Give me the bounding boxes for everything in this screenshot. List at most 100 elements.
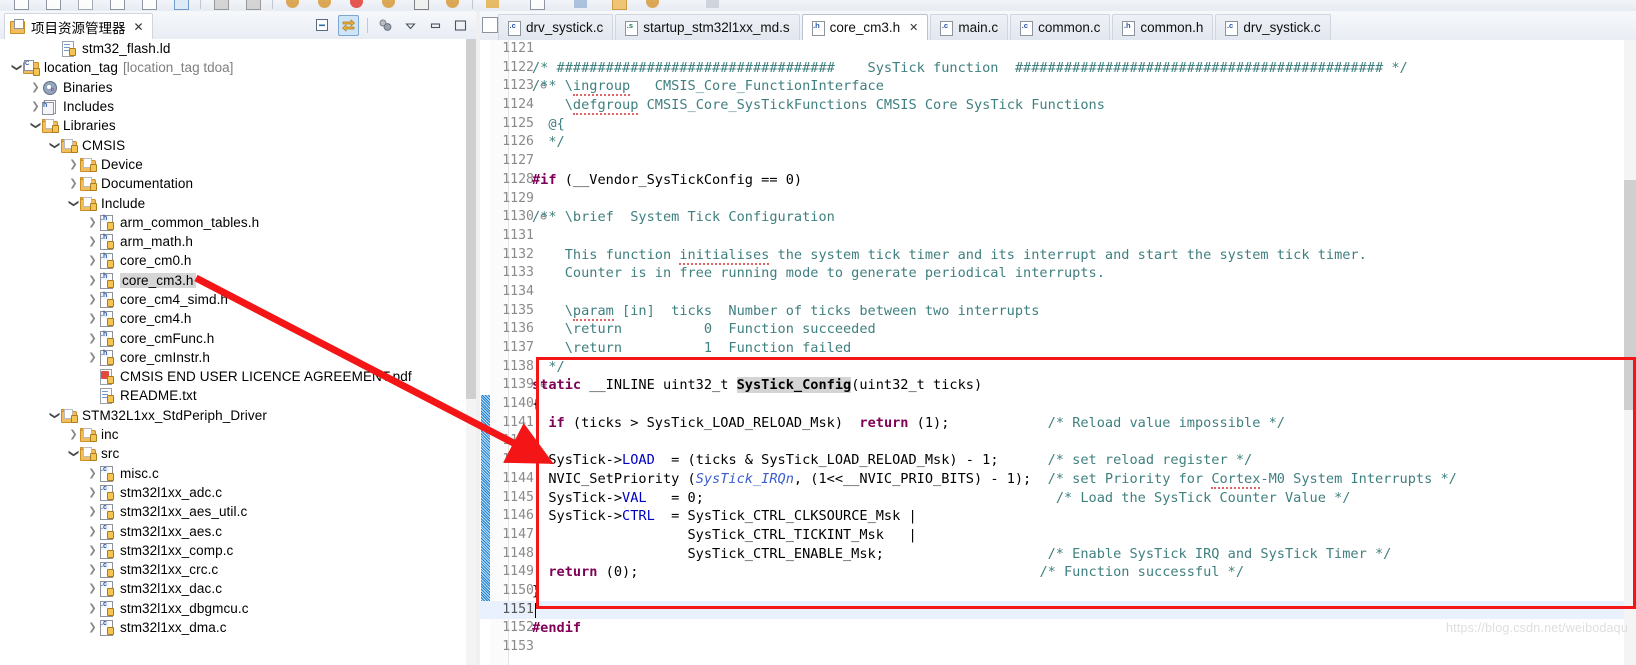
chevron-right-icon[interactable]: ❯ [86, 487, 99, 498]
code-line[interactable]: 1135 \param [in] ticks Number of ticks b… [480, 302, 1636, 321]
tree-item-libraries[interactable]: ❯ Libraries [0, 116, 466, 135]
close-icon[interactable]: ✕ [909, 21, 918, 34]
tree-item-include[interactable]: ❯ Include [0, 193, 466, 212]
chevron-right-icon[interactable]: ❯ [86, 255, 99, 266]
chevron-right-icon[interactable]: ❯ [86, 352, 99, 363]
chevron-down-icon[interactable]: ❯ [49, 409, 60, 422]
run-icon[interactable] [174, 0, 189, 10]
code-line[interactable]: 1133 Counter is in free running mode to … [480, 264, 1636, 283]
tree-item-stm32l1xx-aes-util-c[interactable]: ❯ .c stm32l1xx_aes_util.c [0, 502, 466, 521]
chevron-down-icon[interactable]: ❯ [68, 197, 79, 210]
folder-toolbar-icon[interactable] [612, 0, 627, 10]
tree-item-misc-c[interactable]: ❯ .c misc.c [0, 464, 466, 483]
chevron-right-icon[interactable]: ❯ [86, 622, 99, 633]
code-line[interactable]: 1139 ⊖ static __INLINE uint32_t SysTick_Co… [480, 376, 1636, 395]
export-icon[interactable] [574, 0, 587, 8]
code-line[interactable]: 1141 if (ticks > SysTick_LOAD_RELOAD_Msk… [480, 414, 1636, 433]
tree-item-includes[interactable]: ❯ h Includes [0, 97, 466, 116]
code-line[interactable]: 1142 [480, 432, 1636, 451]
code-line[interactable]: 1128 #if (__Vendor_SysTickConfig == 0) [480, 171, 1636, 190]
code-line[interactable]: 1124 \defgroup CMSIS_Core_SysTickFunctio… [480, 96, 1636, 116]
code-line[interactable]: 1136 \return 0 Function succeeded [480, 320, 1636, 339]
perspective-icon[interactable] [214, 0, 229, 10]
chevron-right-icon[interactable]: ❯ [86, 294, 99, 305]
editor-scrollbar-thumb[interactable] [1624, 180, 1636, 410]
tree-item-inc[interactable]: ❯ inc [0, 425, 466, 444]
project-tree[interactable]: stm32_flash.ld ❯ Clocation_tag [location_ta… [0, 39, 466, 665]
code-line[interactable]: 1122/* #################################… [480, 59, 1636, 78]
save-icon[interactable] [46, 0, 61, 10]
tree-item-src[interactable]: ❯ src [0, 444, 466, 463]
tree-item-stm32l1xx-dbgmcu-c[interactable]: ❯ .c stm32l1xx_dbgmcu.c [0, 599, 466, 618]
print-icon[interactable] [78, 0, 93, 10]
tree-item-core-cm3-h[interactable]: ❯ .h core_cm3.h [0, 271, 466, 290]
search-icon[interactable] [486, 0, 499, 8]
more-icon[interactable] [706, 0, 719, 8]
code-line[interactable]: 1121 [480, 40, 1636, 59]
code-line[interactable]: 1145 SysTick->VAL = 0; /* Load the SysTi… [480, 489, 1636, 508]
tree-scrollbar-thumb[interactable] [466, 39, 476, 399]
editor-tab-main-c[interactable]: .c main.c [930, 14, 1009, 40]
tree-item-cmsis[interactable]: ❯ CMSIS [0, 135, 466, 154]
tree-item-stm32l1xx-aes-c[interactable]: ❯ .c stm32l1xx_aes.c [0, 521, 466, 540]
chevron-right-icon[interactable]: ❯ [29, 82, 42, 93]
tree-item-stm32l1xx-stdperiph-driver[interactable]: ❯ STM32L1xx_StdPeriph_Driver [0, 406, 466, 425]
debug-bug-3-icon[interactable] [382, 0, 395, 8]
chevron-right-icon[interactable]: ❯ [86, 313, 99, 324]
tree-item-core-cm4-simd-h[interactable]: ❯ .h core_cm4_simd.h [0, 290, 466, 309]
code-line[interactable]: 1140{ [480, 395, 1636, 414]
editor-vertical-scrollbar[interactable] [1624, 40, 1636, 665]
code-line[interactable]: 1123 ⊖/** \ingroup CMSIS_Core_FunctionInt… [480, 77, 1636, 97]
tree-item-stm32l1xx-crc-c[interactable]: ❯ .c stm32l1xx_crc.c [0, 560, 466, 579]
code-line[interactable]: 1130 ⊖/** \brief System Tick Configuratio… [480, 208, 1636, 227]
tree-item-stm32l1xx-adc-c[interactable]: ❯ .c stm32l1xx_adc.c [0, 483, 466, 502]
chevron-down-icon[interactable]: ❯ [49, 139, 60, 152]
tree-item-readme-txt[interactable]: README.txt [0, 386, 466, 405]
source-editor[interactable]: 1121 1122/* #############################… [480, 40, 1636, 665]
chevron-right-icon[interactable]: ❯ [67, 178, 80, 189]
tree-item-core-cm0-h[interactable]: ❯ .h core_cm0.h [0, 251, 466, 270]
code-line[interactable]: 1127 [480, 152, 1636, 171]
chevron-right-icon[interactable]: ❯ [86, 545, 99, 556]
chevron-right-icon[interactable]: ❯ [86, 333, 99, 344]
debug-bug-icon[interactable] [286, 0, 299, 8]
code-line[interactable]: 1131 [480, 227, 1636, 246]
code-line[interactable]: 1138 */ [480, 358, 1636, 377]
code-line[interactable]: 1150} [480, 582, 1636, 601]
tree-item-arm-common-tables-h[interactable]: ❯ .h arm_common_tables.h [0, 213, 466, 232]
chevron-right-icon[interactable]: ❯ [86, 564, 99, 575]
chevron-right-icon[interactable]: ❯ [86, 236, 99, 247]
chevron-right-icon[interactable]: ❯ [86, 583, 99, 594]
tree-item-stm32l1xx-comp-c[interactable]: ❯ .c stm32l1xx_comp.c [0, 541, 466, 560]
code-line[interactable]: 1153 [480, 638, 1636, 657]
tree-item-documentation[interactable]: ❯ Documentation [0, 174, 466, 193]
collapse-all-icon[interactable] [313, 16, 332, 35]
chevron-right-icon[interactable]: ❯ [86, 217, 99, 228]
tree-item-stm32-flash-ld[interactable]: stm32_flash.ld [0, 39, 466, 58]
code-line[interactable]: 1148 SysTick_CTRL_ENABLE_Msk; /* Enable … [480, 545, 1636, 564]
chevron-right-icon[interactable]: ❯ [67, 429, 80, 440]
bookmark-icon[interactable] [530, 0, 545, 10]
editor-tab-common-c[interactable]: .c common.c [1010, 14, 1111, 40]
code-line[interactable]: 1147 SysTick_CTRL_TICKINT_Msk | [480, 526, 1636, 545]
code-line[interactable]: 1143 SysTick->LOAD = (ticks & SysTick_LO… [480, 451, 1636, 470]
chevron-down-icon[interactable]: ❯ [68, 447, 79, 460]
minimize-icon[interactable] [426, 16, 445, 35]
debug-bug-2-icon[interactable] [318, 0, 331, 8]
editor-tab-drv-systick-c[interactable]: .c drv_systick.c [1215, 14, 1331, 40]
code-line[interactable]: 1126 */ [480, 133, 1636, 152]
close-icon[interactable]: ✕ [134, 20, 144, 34]
clean-icon[interactable] [142, 0, 157, 10]
new-icon[interactable] [14, 0, 29, 10]
code-line[interactable]: 1149 return (0); /* Function successful … [480, 563, 1636, 582]
code-line[interactable]: 1129 [480, 190, 1636, 209]
code-line[interactable]: 1132 This function initialises the syste… [480, 246, 1636, 265]
tree-item-location-tag[interactable]: ❯ Clocation_tag [location_tag tdoa] [0, 58, 466, 77]
tree-item-device[interactable]: ❯ Device [0, 155, 466, 174]
chevron-right-icon[interactable]: ❯ [67, 159, 80, 170]
chevron-right-icon[interactable]: ❯ [29, 101, 42, 112]
chevron-right-icon[interactable]: ❯ [86, 468, 99, 479]
code-line[interactable]: 1134 [480, 283, 1636, 302]
terminate-icon[interactable] [350, 0, 363, 8]
chevron-right-icon[interactable]: ❯ [86, 506, 99, 517]
